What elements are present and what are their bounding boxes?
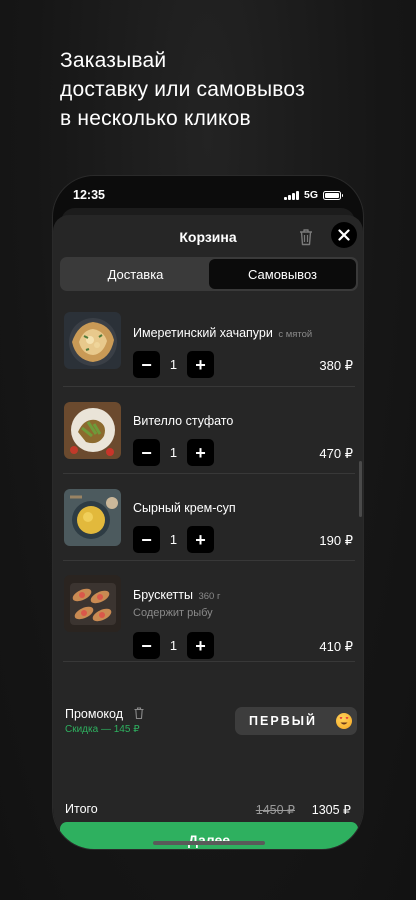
tab-pickup[interactable]: Самовывоз [209,259,356,289]
close-button[interactable] [331,222,357,248]
cart-item: Брускетты 360 г Содержит рыбу − 1 + 410 … [63,561,355,662]
decrease-quantity-button[interactable]: − [133,632,160,659]
item-name: Брускетты 360 г [133,588,221,602]
item-price: 380 ₽ [319,358,353,373]
cart-items-list: Имеретинский хачапури с мятой − 1 + 380 … [53,299,363,662]
decrease-quantity-button[interactable]: − [133,526,160,553]
battery-icon [323,190,343,200]
promo-code-field[interactable]: ПЕРВЫЙ [235,707,357,735]
promo-section: Промокод Скидка — 145 ₽ ПЕРВЫЙ [53,698,363,748]
item-name: Вителло стуфато [133,414,234,428]
vitello-photo [64,402,121,459]
scrollbar[interactable] [359,461,362,517]
decrease-quantity-button[interactable]: − [133,439,160,466]
signal-icon [284,190,299,200]
phone-mockup: 12:35 5G Корзина Доставка Самовывоз Имер… [52,175,364,850]
cart-item: Сырный крем-суп − 1 + 190 ₽ [63,474,355,561]
bruschetta-photo [64,575,121,632]
next-button[interactable]: Далее [60,822,358,849]
network-label: 5G [303,189,318,201]
item-name: Сырный крем-суп [133,501,236,515]
promo-code-value: ПЕРВЫЙ [249,714,317,728]
total-old-price: 1450 ₽ [255,803,295,817]
cart-header: Корзина [53,215,363,261]
promo-label: Промокод [65,707,124,721]
increase-quantity-button[interactable]: + [187,439,214,466]
quantity-value: 1 [169,638,178,653]
increase-quantity-button[interactable]: + [187,526,214,553]
close-icon [338,229,350,241]
total-row: Итого 1450 ₽ 1305 ₽ [65,802,351,820]
cart-item: Имеретинский хачапури с мятой − 1 + 380 … [63,299,355,387]
quantity-value: 1 [169,532,178,547]
headline-line-1: Заказывай [60,49,167,72]
quantity-value: 1 [169,445,178,460]
increase-quantity-button[interactable]: + [187,351,214,378]
cart-title: Корзина [179,229,237,245]
item-name: Имеретинский хачапури с мятой [133,326,313,340]
quantity-stepper: − 1 + [133,632,214,659]
decrease-quantity-button[interactable]: − [133,351,160,378]
total-label: Итого [65,802,98,816]
headline-line-2: доставку или самовывоз [60,78,305,101]
cart-sheet: Корзина Доставка Самовывоз Имеретинский … [53,215,363,849]
cart-item: Вителло стуфато − 1 + 470 ₽ [63,387,355,474]
promo-discount: Скидка — 145 ₽ [65,724,140,735]
item-price: 410 ₽ [319,639,353,654]
delivery-mode-tabs: Доставка Самовывоз [60,257,358,291]
item-price: 190 ₽ [319,533,353,548]
item-extra: 360 г [198,591,221,602]
quantity-stepper: − 1 + [133,351,214,378]
headline-line-3: в несколько кликов [60,107,251,130]
increase-quantity-button[interactable]: + [187,632,214,659]
quantity-value: 1 [169,357,178,372]
khachapuri-photo [64,312,121,369]
item-extra: с мятой [278,329,313,340]
heart-eyes-emoji-icon [336,713,352,729]
quantity-stepper: − 1 + [133,439,214,466]
status-time: 12:35 [73,188,105,202]
clear-cart-trash-icon[interactable] [297,227,315,247]
item-note: Содержит рыбу [133,607,213,619]
tab-delivery[interactable]: Доставка [62,259,209,289]
cream-soup-photo [64,489,121,546]
remove-promo-trash-icon[interactable] [133,706,145,720]
home-indicator[interactable] [153,841,265,845]
quantity-stepper: − 1 + [133,526,214,553]
item-price: 470 ₽ [319,446,353,461]
total-new-price: 1305 ₽ [311,803,351,817]
promo-headline: Заказывай доставку или самовывоз в неско… [60,46,380,133]
